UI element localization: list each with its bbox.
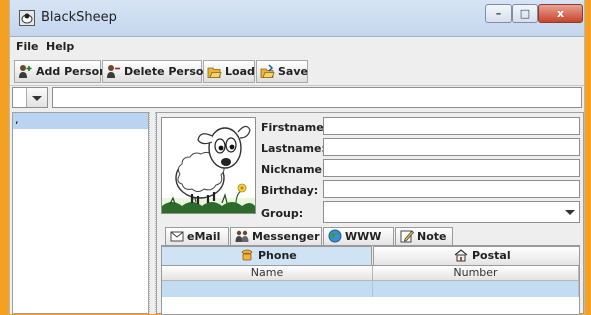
chevron-down-icon <box>32 96 42 101</box>
menu-bar: File Help <box>10 37 584 57</box>
delete-person-label: Delete Person <box>124 65 212 78</box>
tab-email-label: eMail <box>187 230 221 243</box>
nickname-label: Nickname: <box>261 163 327 176</box>
add-person-button[interactable]: Add Person <box>14 60 107 83</box>
folder-save-icon <box>260 64 275 78</box>
table-cell-number[interactable] <box>373 281 579 297</box>
contact-photo[interactable] <box>161 117 256 214</box>
table-row[interactable] <box>162 281 579 297</box>
menu-help[interactable]: Help <box>46 40 74 53</box>
birthday-field[interactable] <box>323 180 580 198</box>
contact-list-item-label: , <box>15 113 19 126</box>
minimize-button[interactable]: – <box>485 4 512 23</box>
lastname-field[interactable] <box>323 138 580 156</box>
tab-postal-content: Postal <box>454 247 524 265</box>
tab-email[interactable]: eMail <box>165 227 229 245</box>
split-pane-divider[interactable] <box>149 112 156 314</box>
tab-note[interactable]: Note <box>395 227 453 245</box>
group-label: Group: <box>261 207 304 220</box>
tab-note-label: Note <box>417 230 447 243</box>
title-bar[interactable]: BlackSheep – □ x <box>10 0 584 37</box>
phone-table[interactable]: Name Number <box>161 265 580 315</box>
nickname-field[interactable] <box>323 159 580 177</box>
contact-list-item[interactable]: , <box>13 113 148 129</box>
firstname-label: Firstname: <box>261 121 329 134</box>
maximize-button[interactable]: □ <box>512 4 538 23</box>
globe-icon <box>328 229 342 243</box>
firstname-field[interactable] <box>323 117 580 135</box>
column-header-number[interactable]: Number <box>373 266 579 281</box>
tab-phone-label: Phone <box>258 249 297 262</box>
group-combo[interactable] <box>323 201 580 223</box>
tab-phone-content: Phone <box>240 247 310 265</box>
toolbar: Add Person Delete Person Load Save <box>10 58 584 86</box>
filter-bar <box>10 87 584 110</box>
lastname-label: Lastname: <box>261 142 326 155</box>
filter-input[interactable] <box>52 87 582 108</box>
contact-detail-panel: Firstname: Lastname: Nickname: Birthday:… <box>156 112 584 315</box>
note-icon <box>400 230 414 243</box>
tab-messenger[interactable]: Messenger <box>230 227 322 245</box>
sheep-app-icon <box>19 10 35 26</box>
chevron-down-icon <box>565 210 575 215</box>
table-cell-name[interactable] <box>162 281 373 297</box>
window-title: BlackSheep <box>41 10 117 25</box>
menu-file[interactable]: File <box>16 40 39 53</box>
people-icon <box>235 230 249 242</box>
phone-icon <box>241 249 253 261</box>
load-label: Load <box>225 65 255 78</box>
birthday-label: Birthday: <box>261 184 319 197</box>
filter-combo[interactable] <box>12 87 48 108</box>
tab-messenger-label: Messenger <box>252 230 320 243</box>
close-button[interactable]: x <box>538 4 583 23</box>
column-header-name[interactable]: Name <box>162 266 373 281</box>
contact-list[interactable]: , <box>12 112 149 314</box>
filter-combo-arrow[interactable] <box>26 88 47 107</box>
save-label: Save <box>278 65 308 78</box>
app-window: BlackSheep – □ x File Help Add Person De… <box>9 0 585 315</box>
folder-open-icon <box>207 67 222 78</box>
delete-person-icon <box>107 65 120 78</box>
save-button[interactable]: Save <box>256 60 308 83</box>
tab-postal-label: Postal <box>472 249 511 262</box>
house-icon <box>454 249 468 262</box>
add-person-label: Add Person <box>36 65 107 78</box>
tab-phone[interactable]: Phone <box>161 246 372 265</box>
tab-postal[interactable]: Postal <box>373 246 580 265</box>
envelope-icon <box>170 231 184 242</box>
sheep-picture <box>162 118 255 213</box>
delete-person-button[interactable]: Delete Person <box>102 60 211 83</box>
tab-www-label: WWW <box>345 230 382 243</box>
tab-www[interactable]: WWW <box>323 227 394 245</box>
load-button[interactable]: Load <box>203 60 255 83</box>
add-person-icon <box>19 65 32 78</box>
